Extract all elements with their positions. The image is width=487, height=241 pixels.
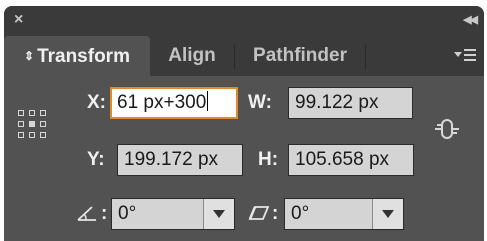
tab-pathfinder[interactable]: Pathfinder (235, 36, 365, 76)
h-label: H: (258, 149, 279, 170)
transform-panel: × ◀◀ ⇕ Transform Align Pathfinder X: 61 … (4, 6, 484, 241)
w-label: W: (248, 92, 272, 113)
tab-pathfinder-label: Pathfinder (253, 45, 347, 66)
close-icon[interactable]: × (14, 11, 23, 29)
y-label: Y: (87, 149, 105, 170)
up-down-arrows-icon: ⇕ (24, 49, 35, 63)
x-label: X: (87, 92, 106, 113)
shear-angle-select[interactable]: 0° (284, 198, 404, 230)
link-proportions-icon[interactable] (434, 116, 460, 142)
panel-tabs: ⇕ Transform Align Pathfinder (4, 36, 484, 76)
tab-align-label: Align (168, 45, 216, 66)
y-position-input[interactable]: 199.172 px (117, 144, 243, 176)
text-caret (207, 91, 209, 111)
shear-icon (248, 198, 270, 230)
width-input[interactable]: 99.122 px (288, 87, 413, 119)
rotate-angle-select[interactable]: 0° (111, 198, 235, 230)
rotate-angle-icon (76, 198, 98, 230)
panel-menu-icon[interactable] (452, 46, 478, 66)
tab-transform[interactable]: ⇕ Transform (4, 36, 150, 76)
shear-label: : (272, 203, 279, 224)
rotate-angle-value: 0° (118, 203, 137, 224)
chevron-down-icon[interactable] (203, 199, 234, 229)
x-position-value: 61 px+300 (117, 92, 207, 113)
shear-angle-value: 0° (291, 203, 310, 224)
tab-divider (365, 44, 366, 70)
tab-transform-label: Transform (37, 46, 130, 67)
chevron-down-icon[interactable] (372, 199, 403, 229)
panel-titlebar: × ◀◀ (4, 6, 484, 36)
x-position-input[interactable]: 61 px+300 (110, 87, 238, 119)
y-position-value: 199.172 px (124, 149, 219, 170)
height-input[interactable]: 105.658 px (288, 144, 414, 176)
tab-align[interactable]: Align (150, 36, 234, 76)
rotate-label: : (101, 203, 108, 224)
reference-point-grid-icon[interactable] (18, 110, 46, 138)
double-chevron-icon[interactable]: ◀◀ (463, 13, 478, 26)
height-value: 105.658 px (295, 149, 390, 170)
width-value: 99.122 px (295, 92, 379, 113)
